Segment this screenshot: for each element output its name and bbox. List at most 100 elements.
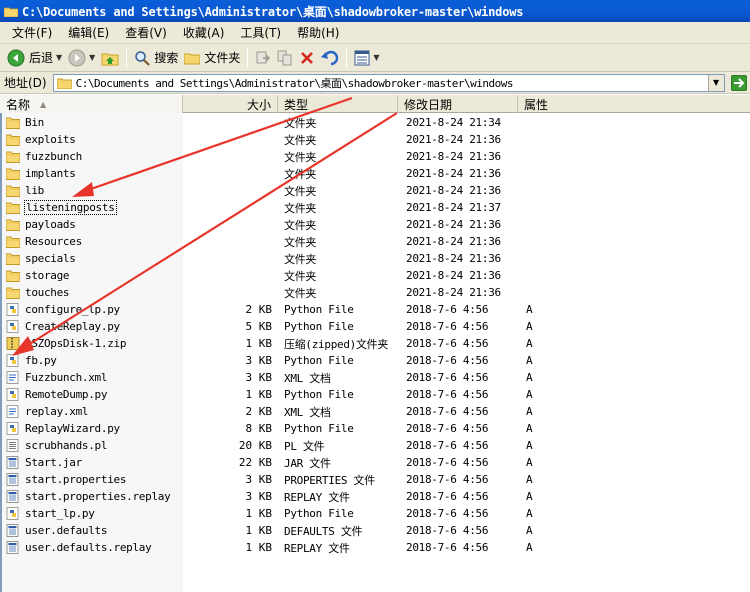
delete-button[interactable] <box>296 46 318 70</box>
file-row[interactable]: configure_lp.py 2 KB Python File 2018-7-6 4… <box>2 301 750 318</box>
file-row[interactable]: ReplayWizard.py 8 KB Python File 2018-7-6 4… <box>2 420 750 437</box>
menu-view[interactable]: 查看(V) <box>117 24 175 41</box>
xml-file-icon <box>6 405 20 418</box>
file-row[interactable]: RemoteDump.py 1 KB Python File 2018-7-6 4:5… <box>2 386 750 403</box>
file-name-cell[interactable]: fb.py <box>6 352 57 369</box>
file-modified: 2021-8-24 21:36 <box>406 133 501 146</box>
file-row[interactable]: storage 文件夹 2021-8-24 21:36 <box>2 267 750 284</box>
file-name-cell[interactable]: implants <box>5 165 76 182</box>
file-name-cell[interactable]: payloads <box>5 216 76 233</box>
folder-icon <box>5 184 21 197</box>
move-to-icon <box>256 51 271 63</box>
menu-file[interactable]: 文件(F) <box>4 24 60 41</box>
chevron-down-icon[interactable]: ▼ <box>56 53 62 62</box>
column-attributes[interactable]: 属性 <box>518 95 750 113</box>
column-type[interactable]: 类型 <box>278 95 398 113</box>
forward-button[interactable]: ▼ <box>65 46 98 70</box>
file-type: JAR 文件 <box>284 456 331 470</box>
file-name-cell[interactable]: start.properties.replay <box>6 488 171 505</box>
file-name-cell[interactable]: configure_lp.py <box>6 301 120 318</box>
file-row[interactable]: Resources 文件夹 2021-8-24 21:36 <box>2 233 750 250</box>
file-row[interactable]: start_lp.py 1 KB Python File 2018-7-6 4:56 A <box>2 505 750 522</box>
menu-tools[interactable]: 工具(T) <box>232 24 289 41</box>
file-row[interactable]: Fuzzbunch.xml 3 KB XML 文档 2018-7-6 4:56 A <box>2 369 750 386</box>
file-attributes: A <box>526 354 533 367</box>
file-name-cell[interactable]: listeningposts <box>5 199 117 216</box>
python-file-icon <box>6 354 20 367</box>
file-name: start.properties <box>25 473 127 486</box>
file-name-cell[interactable]: scrubhands.pl <box>6 437 108 454</box>
file-name-cell[interactable]: Fuzzbunch.xml <box>6 369 108 386</box>
file-name-cell[interactable]: Resources <box>5 233 82 250</box>
file-name-cell[interactable]: storage <box>5 267 70 284</box>
search-button[interactable]: 搜索 <box>131 46 181 70</box>
file-row[interactable]: exploits 文件夹 2021-8-24 21:36 <box>2 131 750 148</box>
file-row[interactable]: fb.py 3 KB Python File 2018-7-6 4:56 A <box>2 352 750 369</box>
file-type: Python File <box>284 303 354 316</box>
file-name-cell[interactable]: Start.jar <box>6 454 82 471</box>
file-row[interactable]: start.properties.replay 3 KB REPLAY 文件 2018… <box>2 488 750 505</box>
file-row[interactable]: DSZOpsDisk-1.zip 1 KB 压缩(zipped)文件夹 2018-7-… <box>2 335 750 352</box>
file-modified: 2018-7-6 4:56 <box>406 337 489 350</box>
undo-button[interactable] <box>318 46 342 70</box>
menu-edit[interactable]: 编辑(E) <box>60 24 117 41</box>
file-row[interactable]: lib 文件夹 2021-8-24 21:36 <box>2 182 750 199</box>
file-row[interactable]: specials 文件夹 2021-8-24 21:36 <box>2 250 750 267</box>
chevron-down-icon[interactable]: ▼ <box>89 53 95 62</box>
file-name-cell[interactable]: exploits <box>5 131 76 148</box>
file-modified: 2021-8-24 21:36 <box>406 150 501 163</box>
search-icon <box>135 50 151 66</box>
file-row[interactable]: listeningposts 文件夹 2021-8-24 21:37 <box>2 199 750 216</box>
copy-to-button[interactable] <box>274 46 296 70</box>
go-button[interactable] <box>730 74 747 91</box>
file-row[interactable]: implants 文件夹 2021-8-24 21:36 <box>2 165 750 182</box>
file-row[interactable]: fuzzbunch 文件夹 2021-8-24 21:36 <box>2 148 750 165</box>
menu-favorites[interactable]: 收藏(A) <box>175 24 233 41</box>
move-to-button[interactable] <box>252 46 274 70</box>
file-row[interactable]: CreateReplay.py 5 KB Python File 2018-7-6 4… <box>2 318 750 335</box>
file-row[interactable]: Start.jar 22 KB JAR 文件 2018-7-6 4:56 A <box>2 454 750 471</box>
title-bar[interactable]: C:\Documents and Settings\Administrator\… <box>0 0 750 22</box>
text-file-icon <box>6 439 20 452</box>
up-folder-button[interactable] <box>98 46 122 70</box>
file-name-cell[interactable]: start.properties <box>6 471 126 488</box>
file-name-cell[interactable]: DSZOpsDisk-1.zip <box>6 335 126 352</box>
column-name-label: 名称 <box>6 97 31 112</box>
file-row[interactable]: start.properties 3 KB PROPERTIES 文件 2018-7-… <box>2 471 750 488</box>
file-row[interactable]: replay.xml 2 KB XML 文档 2018-7-6 4:56 A <box>2 403 750 420</box>
file-row[interactable]: user.defaults.replay 1 KB REPLAY 文件 2018-7-… <box>2 539 750 556</box>
file-size: 1 KB <box>245 541 273 554</box>
file-name-cell[interactable]: Bin <box>5 114 44 131</box>
file-name-cell[interactable]: CreateReplay.py <box>6 318 120 335</box>
file-row[interactable]: payloads 文件夹 2021-8-24 21:36 <box>2 216 750 233</box>
views-button[interactable]: ▼ <box>351 46 382 70</box>
file-name-cell[interactable]: ReplayWizard.py <box>6 420 120 437</box>
file-size <box>192 216 272 233</box>
python-file-icon <box>6 507 20 520</box>
file-row[interactable]: Bin 文件夹 2021-8-24 21:34 <box>2 114 750 131</box>
file-name-cell[interactable]: specials <box>5 250 76 267</box>
column-name[interactable]: 名称 ▲ <box>0 95 183 113</box>
file-row[interactable]: touches 文件夹 2021-8-24 21:36 <box>2 284 750 301</box>
file-name-cell[interactable]: fuzzbunch <box>5 148 82 165</box>
file-name-cell[interactable]: replay.xml <box>6 403 89 420</box>
folders-button[interactable]: 文件夹 <box>181 46 243 70</box>
menu-help[interactable]: 帮助(H) <box>289 24 347 41</box>
file-list[interactable]: Bin 文件夹 2021-8-24 21:34 exploits 文件夹 2021-8-2… <box>0 113 750 592</box>
column-modified[interactable]: 修改日期 <box>398 95 518 113</box>
file-attributes: A <box>526 490 533 503</box>
file-name-cell[interactable]: start_lp.py <box>6 505 95 522</box>
file-name-cell[interactable]: lib <box>5 182 44 199</box>
file-row[interactable]: scrubhands.pl 20 KB PL 文件 2018-7-6 4:56 A <box>2 437 750 454</box>
address-input[interactable]: C:\Documents and Settings\Administrator\… <box>52 73 725 92</box>
file-name-cell[interactable]: RemoteDump.py <box>6 386 108 403</box>
back-button[interactable]: 后退 ▼ <box>4 46 65 70</box>
file-row[interactable]: user.defaults 1 KB DEFAULTS 文件 2018-7-6 4:5… <box>2 522 750 539</box>
chevron-down-icon[interactable]: ▼ <box>707 74 724 91</box>
chevron-down-icon[interactable]: ▼ <box>373 53 379 62</box>
column-size[interactable]: 大小 <box>183 95 278 113</box>
file-name-cell[interactable]: user.defaults.replay <box>6 539 152 556</box>
file-attributes: A <box>526 524 533 537</box>
file-name-cell[interactable]: touches <box>5 284 70 301</box>
file-name-cell[interactable]: user.defaults <box>6 522 108 539</box>
